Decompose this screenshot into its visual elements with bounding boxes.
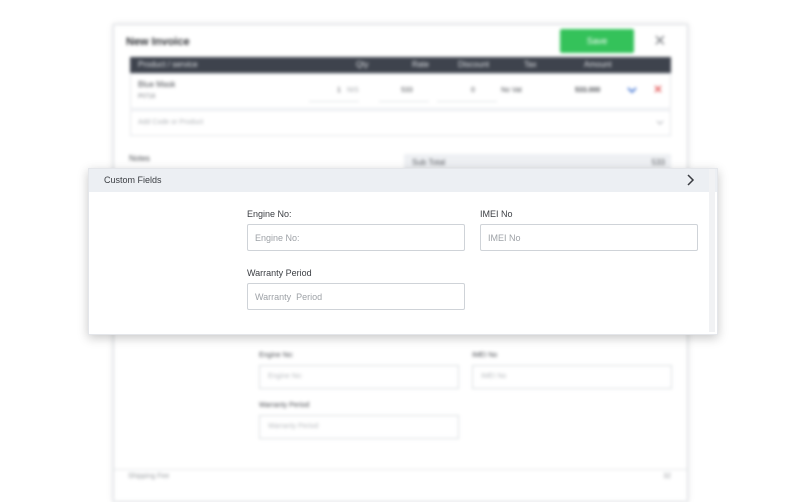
bottom-row-label: Shipping Fee	[128, 473, 170, 480]
bg-engine-placeholder: Engine No:	[268, 373, 303, 380]
bg-engine-label: Engine No:	[259, 352, 294, 359]
bg-imei-placeholder: IMEI No	[481, 373, 507, 380]
custom-fields-header[interactable]: Custom Fields	[89, 169, 717, 192]
col-discount: Discount	[458, 60, 490, 69]
table-row: Blue Mask P0716 1 NIS 533 0 No Vat 533.0…	[130, 73, 671, 109]
col-amount: Amount	[584, 60, 612, 69]
add-product-row[interactable]: Add Code or Product	[130, 110, 671, 136]
custom-fields-title: Custom Fields	[104, 175, 162, 185]
engine-no-input[interactable]	[247, 224, 465, 251]
imei-no-input[interactable]	[480, 224, 698, 251]
table-header: Product / service Qty Rate Discount Tax …	[130, 57, 671, 73]
save-button[interactable]: Save	[560, 29, 634, 53]
discount-value[interactable]: 0	[471, 87, 475, 94]
chevron-right-icon[interactable]	[682, 172, 698, 188]
chevron-down-icon[interactable]	[627, 86, 637, 94]
notes-label: Notes	[129, 154, 150, 163]
bg-imei-label: IMEI No	[472, 352, 498, 359]
imei-no-label: IMEI No	[480, 209, 513, 219]
bg-engine-input[interactable]: Engine No:	[259, 365, 459, 389]
engine-no-label: Engine No:	[247, 209, 292, 219]
subtotal-value: 533	[651, 158, 665, 167]
bg-warranty-input[interactable]: Warranty Period	[259, 415, 459, 439]
chevron-down-icon	[656, 120, 664, 125]
warranty-period-input[interactable]	[247, 283, 465, 310]
col-rate: Rate	[412, 60, 429, 69]
amount-value: 533.000	[575, 87, 601, 94]
col-product: Product / service	[138, 60, 198, 69]
bg-imei-input[interactable]: IMEI No	[472, 365, 672, 389]
product-name: Blue Mask	[138, 80, 176, 89]
bg-warranty-placeholder: Warranty Period	[268, 423, 319, 430]
bg-warranty-label: Warranty Period	[259, 402, 310, 409]
warranty-period-label: Warranty Period	[247, 268, 312, 278]
close-icon[interactable]: ×	[654, 29, 666, 53]
qty-value[interactable]: 1	[337, 87, 341, 94]
add-product-placeholder: Add Code or Product	[138, 119, 204, 126]
product-code: P0716	[138, 94, 156, 100]
delete-icon[interactable]	[654, 85, 662, 93]
invoice-title: New Invoice	[126, 36, 190, 48]
col-tax: Tax	[524, 60, 537, 69]
custom-fields-panel: Custom Fields Engine No: IMEI No Warrant…	[88, 168, 718, 335]
qty-unit: NIS	[347, 87, 359, 94]
rate-value[interactable]: 533	[401, 87, 413, 94]
col-qty: Qty	[356, 60, 369, 69]
subtotal-label: Sub Total	[412, 158, 446, 167]
tax-select[interactable]: No Vat	[501, 87, 522, 94]
bottom-row-value: 32	[663, 473, 671, 480]
